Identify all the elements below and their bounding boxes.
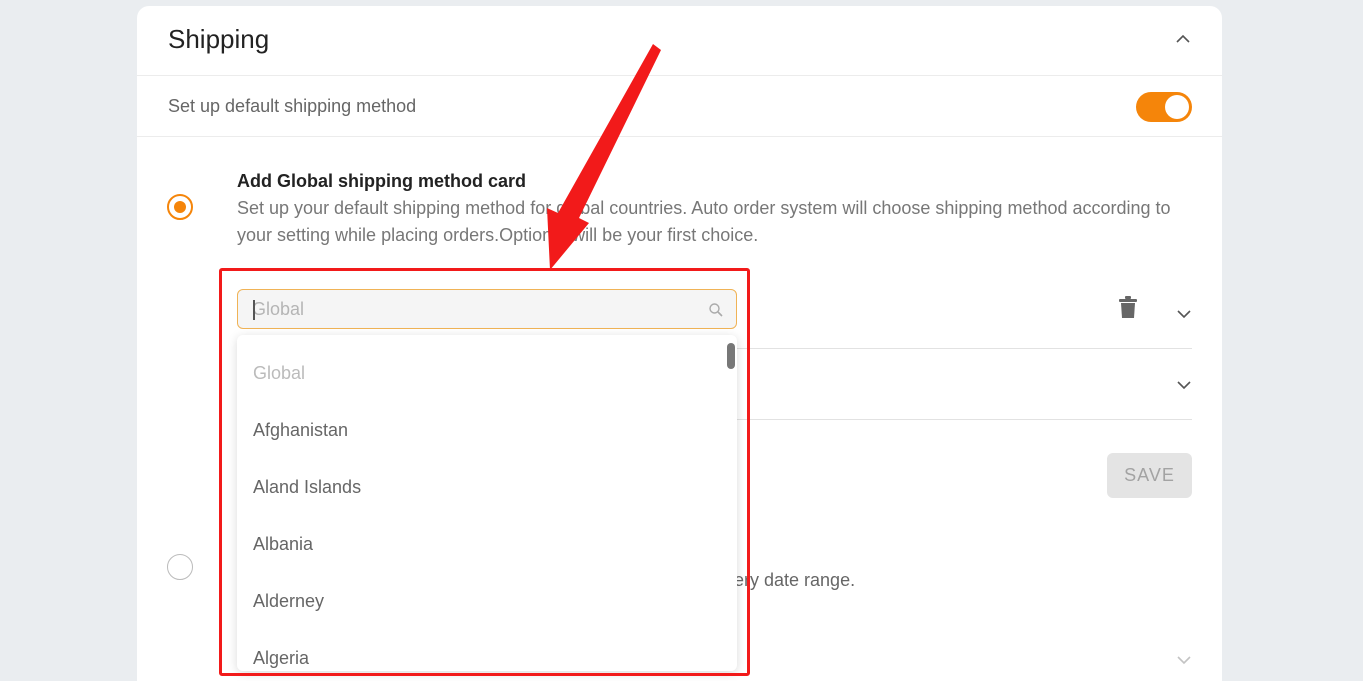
save-button[interactable]: SAVE	[1107, 453, 1192, 498]
toggle-knob	[1165, 95, 1189, 119]
country-search-box[interactable]	[237, 289, 737, 329]
dropdown-item-algeria[interactable]: Algeria	[253, 648, 309, 669]
chevron-down-icon[interactable]	[1175, 654, 1193, 666]
dropdown-item-albania[interactable]: Albania	[253, 534, 313, 555]
dropdown-item-afghanistan[interactable]: Afghanistan	[253, 420, 348, 441]
dropdown-item-global[interactable]: Global	[253, 363, 305, 384]
search-icon	[709, 303, 723, 317]
trash-icon[interactable]	[1118, 295, 1138, 319]
global-option-description: Set up your default shipping method for …	[237, 198, 1171, 245]
default-shipping-row: Set up default shipping method	[137, 76, 1222, 137]
dropdown-item-aland-islands[interactable]: Aland Islands	[253, 477, 361, 498]
dropdown-item-alderney[interactable]: Alderney	[253, 591, 324, 612]
section-title: Shipping	[168, 24, 270, 54]
chevron-down-icon[interactable]	[1175, 308, 1193, 320]
global-option-title: Add Global shipping method card	[237, 171, 527, 191]
dropdown-scrollbar[interactable]	[727, 343, 735, 369]
card-header[interactable]: Shipping	[137, 6, 1222, 76]
second-option-description: ery date range.	[734, 570, 856, 590]
default-shipping-toggle[interactable]	[1136, 92, 1192, 122]
text-caret	[253, 300, 255, 320]
chevron-down-icon[interactable]	[1175, 379, 1193, 391]
default-shipping-label: Set up default shipping method	[168, 96, 417, 116]
second-option-radio[interactable]	[167, 554, 193, 580]
global-option-radio[interactable]	[167, 194, 193, 220]
chevron-up-icon[interactable]	[1174, 32, 1192, 46]
country-dropdown[interactable]: Global Afghanistan Aland Islands Albania…	[237, 335, 737, 671]
country-search-input[interactable]	[252, 296, 692, 322]
